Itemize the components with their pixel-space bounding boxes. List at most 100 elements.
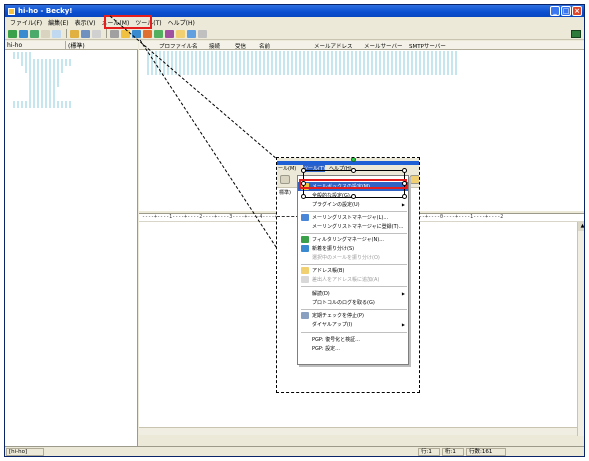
folder-selector[interactable]: hi-ho (標準) [5, 40, 138, 50]
reply-icon[interactable] [81, 29, 90, 38]
minimize-button[interactable]: _ [550, 6, 560, 16]
app-icon [8, 7, 15, 15]
selection-handle [402, 181, 407, 186]
tree-folder[interactable] [29, 94, 55, 101]
menu-item-decode[interactable]: 解読(D) ▶ [298, 289, 408, 298]
menu-item-sort-new[interactable]: 新着を振り分け(S) [298, 244, 408, 253]
add-sender-icon [301, 276, 309, 283]
menu-separator [301, 264, 407, 265]
selection-handle [351, 168, 356, 173]
send-receive-icon[interactable] [30, 29, 39, 38]
tree-folder[interactable] [21, 59, 73, 66]
menu-item-ml-manager[interactable]: メーリングリストマネージャ(L)... [298, 213, 408, 222]
send-icon[interactable] [19, 29, 28, 38]
zoom-folder-fragment: 標準) [277, 188, 299, 392]
selection-handle [351, 194, 356, 199]
column-header[interactable]: メールアドレス [314, 42, 353, 50]
status-col: 桁:1 [442, 448, 464, 456]
menu-view[interactable]: 表示(V) [72, 18, 99, 27]
menu-bar: ファイル(F) 編集(E) 表示(V) メール(M) ツール(T) ヘルプ(H) [5, 17, 584, 28]
window-title: hi-ho - Becky! [18, 7, 73, 15]
selection-handle [301, 181, 306, 186]
edit-icon[interactable] [121, 29, 130, 38]
tree-folder[interactable] [25, 66, 65, 73]
menu-file[interactable]: ファイル(F) [7, 18, 45, 27]
tree-folder[interactable] [29, 73, 59, 80]
rotate-handle [351, 158, 356, 162]
menu-item-ml-register[interactable]: メーリングリストマネージャに登録(T)... [298, 222, 408, 231]
close-button[interactable]: × [572, 6, 582, 16]
menu-item-dialup[interactable]: ダイヤルアップ(I) ▶ [298, 320, 408, 329]
zoom-toolbar-icon [410, 175, 419, 184]
menu-item-filter-manager[interactable]: フィルタリングマネージャ(N)... [298, 235, 408, 244]
zoom-callout: ール(M) ツール(T) ヘルプ(H) 標準) メールボックスの設定(M)...… [276, 157, 420, 393]
view-mode[interactable]: (標準) [65, 40, 125, 50]
status-line: 行:1 [418, 448, 440, 456]
filter-icon[interactable] [143, 29, 152, 38]
filter-manager-icon [301, 236, 309, 243]
column-header[interactable]: SMTPサーバー [409, 42, 446, 50]
check-icon[interactable] [154, 29, 163, 38]
selection-handle [301, 194, 306, 199]
globe-icon[interactable] [187, 29, 196, 38]
exit-icon[interactable] [571, 30, 581, 38]
maximize-button[interactable]: □ [561, 6, 571, 16]
zoom-view-mode: 標準) [279, 190, 291, 196]
tree-folder-root[interactable] [13, 52, 33, 59]
stop-check-icon [301, 312, 309, 319]
menu-item-plugin-settings[interactable]: プラグインの設定(U) ▶ [298, 200, 408, 209]
toolbar [5, 28, 584, 40]
zoom-toolbar-icon [280, 175, 290, 184]
menu-item-pgp-settings[interactable]: PGP: 設定... [298, 344, 408, 353]
forward-icon[interactable] [92, 29, 101, 38]
column-header[interactable]: 名前 [259, 42, 270, 50]
column-header[interactable]: 接続 [209, 42, 220, 50]
menu-item-pgp-decrypt[interactable]: PGP: 復号化と検証... [298, 335, 408, 344]
column-header[interactable]: メールサーバー [364, 42, 402, 50]
submenu-arrow-icon: ▶ [401, 202, 405, 207]
menu-help[interactable]: ヘルプ(H) [165, 18, 198, 27]
receive-icon[interactable] [8, 29, 17, 38]
toolbar-separator [66, 29, 67, 38]
delete-icon[interactable] [110, 29, 119, 38]
folder-open-icon[interactable] [176, 29, 185, 38]
selection-handle [402, 194, 407, 199]
column-header[interactable]: プロファイル名 [159, 42, 198, 50]
selection-handle [402, 168, 407, 173]
menu-item-stop-check[interactable]: 定期チェックを停止(P) [298, 311, 408, 320]
menu-separator [301, 233, 407, 234]
status-account: [hi-ho] [6, 448, 44, 456]
menu-item-add-sender: 差出人をアドレス帳に追加(A) [298, 275, 408, 284]
menu-separator [301, 286, 407, 287]
menu-item-protocol-log[interactable]: プロトコルのログを取る(G) [298, 298, 408, 307]
tree-folder[interactable] [29, 80, 59, 87]
horizontal-scrollbar[interactable] [139, 427, 577, 435]
task-icon[interactable] [165, 29, 174, 38]
menu-item-sort-selected: 選択中のメールを振り分け(O) [312, 255, 380, 261]
folder-pane: hi-ho (標準) [5, 40, 138, 448]
folder-icon[interactable] [41, 29, 50, 38]
inbox-icon[interactable] [52, 29, 61, 38]
submenu-arrow-icon: ▶ [401, 291, 405, 296]
ml-manager-icon [301, 214, 309, 221]
vertical-scrollbar[interactable]: ▲ [577, 222, 584, 436]
menu-item-address-book[interactable]: アドレス帳(B) [298, 266, 408, 275]
scroll-up-icon[interactable]: ▲ [578, 222, 584, 231]
menu-edit[interactable]: 編集(E) [45, 18, 71, 27]
account-name[interactable]: hi-ho [5, 42, 65, 49]
list-header: プロファイル名 接続 受信 名前 メールアドレス メールサーバー SMTPサーバ… [139, 41, 584, 50]
status-bar: [hi-ho] 行:1 桁:1 行数:161 [5, 446, 584, 456]
menu-separator [301, 211, 407, 212]
new-mail-icon[interactable] [70, 29, 79, 38]
toolbar-separator [106, 29, 107, 38]
tree-folder[interactable] [29, 87, 55, 94]
address-book-icon [301, 267, 309, 274]
column-header[interactable]: 受信 [235, 42, 246, 50]
sort-new-icon [301, 245, 309, 252]
tree-folder[interactable] [13, 101, 73, 108]
window-icon[interactable] [198, 29, 207, 38]
tools-menu-highlight [104, 15, 152, 29]
menu-separator [301, 309, 407, 310]
table-row[interactable] [147, 69, 457, 75]
address-icon[interactable] [132, 29, 141, 38]
